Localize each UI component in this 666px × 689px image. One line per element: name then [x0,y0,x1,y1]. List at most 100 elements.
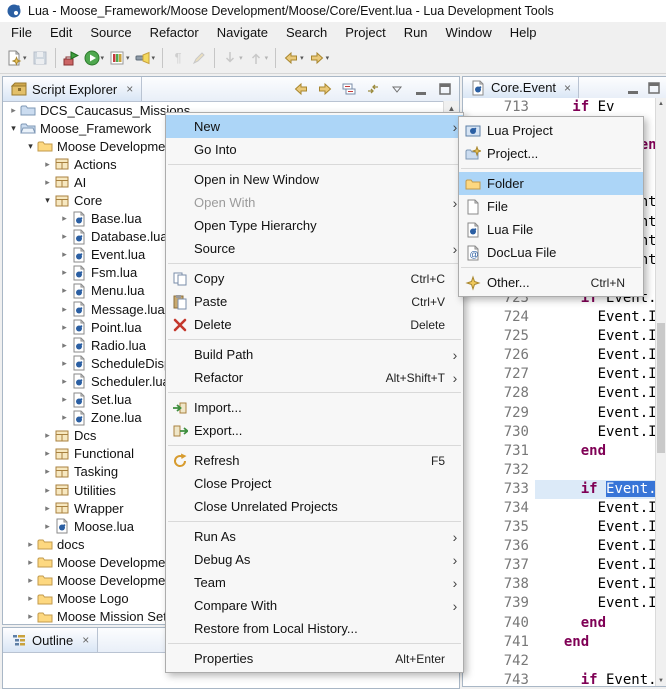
code-line[interactable]: Event.I [535,556,656,575]
expander-icon[interactable]: ▸ [58,412,71,423]
context-menu-item-properties[interactable]: PropertiesAlt+Enter [166,647,463,670]
context-menu-item-open-type-hierarchy[interactable]: Open Type Hierarchy [166,214,463,237]
expander-icon[interactable]: ▸ [58,358,71,369]
submenu-item-lua-file[interactable]: Lua File [459,218,643,241]
menu-refactor[interactable]: Refactor [141,23,208,42]
dropdown-arrow-icon[interactable]: ▾ [126,54,130,62]
expander-icon[interactable]: ▾ [24,141,37,152]
code-line[interactable]: if Ev [535,98,656,117]
code-line[interactable]: Event.I [535,346,656,365]
view-menu-icon[interactable] [389,81,405,97]
code-line[interactable]: Event.I [535,365,656,384]
menu-window[interactable]: Window [437,23,501,42]
submenu-item-lua-project[interactable]: Lua Project [459,119,643,142]
expander-icon[interactable]: ▸ [58,213,71,224]
dropdown-arrow-icon[interactable]: ▾ [326,54,330,62]
code-line[interactable]: end [535,614,656,633]
expander-icon[interactable]: ▸ [58,267,71,278]
next-annotation-button[interactable]: ▾ [220,46,245,70]
expander-icon[interactable]: ▸ [41,521,54,532]
menu-source[interactable]: Source [81,23,140,42]
menu-help[interactable]: Help [501,23,546,42]
dropdown-arrow-icon[interactable]: ▾ [265,54,269,62]
expander-icon[interactable]: ▸ [58,304,71,315]
code-line[interactable]: Event.I [535,384,656,403]
expander-icon[interactable]: ▸ [24,611,37,622]
expander-icon[interactable]: ▾ [7,123,20,134]
context-menu-item-refresh[interactable]: RefreshF5 [166,449,463,472]
scrollbar-thumb[interactable] [657,323,665,453]
context-menu-item-close-unrelated-projects[interactable]: Close Unrelated Projects [166,495,463,518]
context-menu-item-delete[interactable]: DeleteDelete [166,313,463,336]
tab-core-event[interactable]: Core.Event × [463,77,579,98]
code-line[interactable]: Event.I [535,423,656,442]
expander-icon[interactable]: ▸ [58,394,71,405]
mark-occurrences-button[interactable] [189,46,209,70]
expander-icon[interactable]: ▸ [58,231,71,242]
expander-icon[interactable]: ▸ [41,503,54,514]
context-menu-item-restore-from-local-history[interactable]: Restore from Local History... [166,617,463,640]
link-editor-icon[interactable] [365,81,381,97]
submenu-item-file[interactable]: File [459,195,643,218]
back-button[interactable]: ▾ [281,46,306,70]
context-menu-item-team[interactable]: Team› [166,571,463,594]
code-line[interactable]: Event.I [535,594,656,613]
run-button[interactable]: ▾ [82,46,107,70]
submenu-item-other[interactable]: Other...Ctrl+N [459,271,643,294]
expander-icon[interactable]: ▸ [58,285,71,296]
context-menu-item-compare-with[interactable]: Compare With› [166,594,463,617]
expander-icon[interactable]: ▸ [58,340,71,351]
dropdown-arrow-icon[interactable]: ▾ [152,54,156,62]
context-menu-item-paste[interactable]: PasteCtrl+V [166,290,463,313]
code-line[interactable] [535,652,656,671]
expander-icon[interactable]: ▸ [7,105,20,116]
expander-icon[interactable]: ▸ [24,557,37,568]
menu-navigate[interactable]: Navigate [208,23,277,42]
expander-icon[interactable]: ▸ [41,448,54,459]
search-button[interactable]: ▾ [133,46,158,70]
expander-icon[interactable]: ▸ [41,177,54,188]
expander-icon[interactable]: ▸ [41,430,54,441]
tab-outline[interactable]: Outline × [3,628,98,652]
external-tools-button[interactable] [61,46,81,70]
forward-button[interactable]: ▾ [307,46,332,70]
code-line[interactable]: if Event. [535,480,656,499]
editor-scrollbar[interactable]: ▲ ▼ [655,98,666,686]
expander-icon[interactable]: ▸ [24,593,37,604]
context-menu-item-refactor[interactable]: RefactorAlt+Shift+T› [166,366,463,389]
tab-script-explorer[interactable]: Script Explorer × [3,77,142,101]
menu-search[interactable]: Search [277,23,336,42]
expander-icon[interactable]: ▸ [58,322,71,333]
code-line[interactable]: end [535,442,656,461]
code-line[interactable]: Event.I [535,308,656,327]
new-wizard-button[interactable]: ▾ [4,46,29,70]
code-line[interactable]: end [535,633,656,652]
code-line[interactable]: Event.I [535,518,656,537]
menu-edit[interactable]: Edit [41,23,81,42]
context-menu-item-go-into[interactable]: Go Into [166,138,463,161]
context-menu-item-debug-as[interactable]: Debug As› [166,548,463,571]
close-icon[interactable]: × [126,82,133,96]
save-button[interactable] [30,46,50,70]
submenu-item-folder[interactable]: Folder [459,172,643,195]
code-line[interactable]: Event.I [535,537,656,556]
expander-icon[interactable]: ▸ [41,485,54,496]
dropdown-arrow-icon[interactable]: ▾ [239,54,243,62]
prev-annotation-button[interactable]: ▾ [246,46,271,70]
context-menu-item-new[interactable]: New› [166,115,463,138]
context-menu-item-import[interactable]: Import... [166,396,463,419]
show-whitespace-button[interactable]: ¶ [168,46,188,70]
context-menu-item-build-path[interactable]: Build Path› [166,343,463,366]
context-menu-item-open-with[interactable]: Open With› [166,191,463,214]
code-line[interactable]: Event.I [535,327,656,346]
forward-icon[interactable] [317,81,333,97]
context-menu-item-run-as[interactable]: Run As› [166,525,463,548]
context-menu-item-close-project[interactable]: Close Project [166,472,463,495]
expander-icon[interactable]: ▸ [24,539,37,550]
dropdown-arrow-icon[interactable]: ▾ [300,54,304,62]
context-menu-item-open-in-new-window[interactable]: Open in New Window [166,168,463,191]
expander-icon[interactable]: ▸ [41,159,54,170]
code-line[interactable]: if Event.ta [535,671,656,686]
expander-icon[interactable]: ▸ [41,466,54,477]
submenu-item-doclua-file[interactable]: @DocLua File [459,241,643,264]
